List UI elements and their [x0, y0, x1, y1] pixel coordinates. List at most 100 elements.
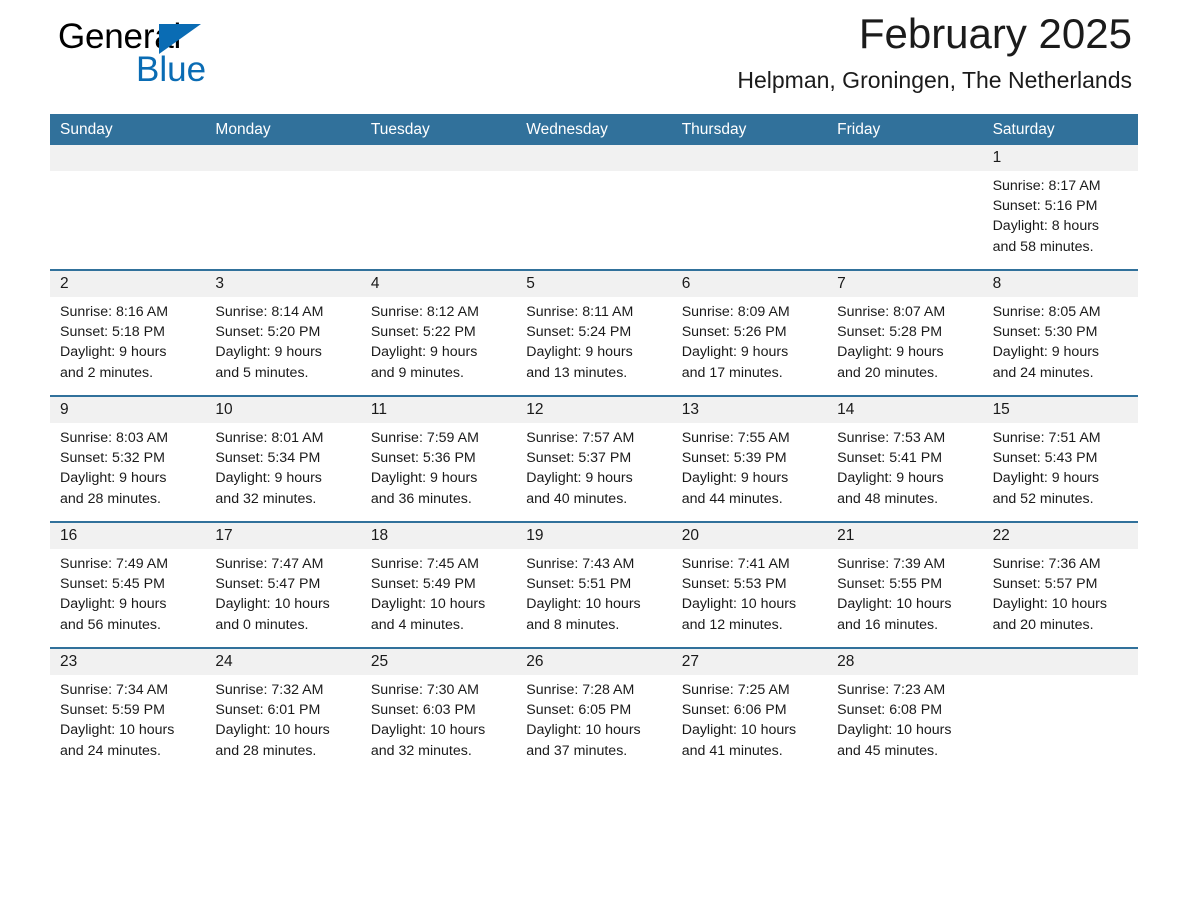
calendar-day-cell[interactable]: 22 Sunrise: 7:36 AM Sunset: 5:57 PM Dayligh…: [982, 523, 1138, 636]
sunset-text: Sunset: 5:39 PM: [681, 450, 787, 467]
calendar-day-cell-empty: [360, 145, 517, 258]
sunset-text: Sunset: 5:28 PM: [837, 324, 943, 341]
sunset-text: Sunset: 5:37 PM: [526, 450, 632, 467]
day-details: Sunrise: 7:43 AM Sunset: 5:51 PM Daylight:…: [516, 549, 671, 635]
daylight-text-line1: Daylight: 10 hours: [837, 596, 952, 613]
weekday-header-thursday: Thursday: [681, 121, 747, 138]
weekday-header-sunday: Sunday: [60, 121, 113, 138]
sunset-text: Sunset: 5:34 PM: [215, 450, 321, 467]
calendar-day-cell[interactable]: 2 Sunrise: 8:16 AM Sunset: 5:18 PM Daylight…: [50, 271, 206, 384]
daylight-text-line1: Daylight: 10 hours: [370, 596, 486, 613]
calendar-day-cell[interactable]: 12 Sunrise: 7:57 AM Sunset: 5:37 PM Dayligh…: [516, 397, 672, 510]
day-number: 7: [827, 271, 983, 297]
sunset-text: Sunset: 5:41 PM: [837, 450, 943, 467]
day-details: Sunrise: 8:17 AM Sunset: 5:16 PM Daylight:…: [983, 171, 1138, 257]
calendar-day-cell[interactable]: 19 Sunrise: 7:43 AM Sunset: 5:51 PM Dayligh…: [516, 523, 672, 636]
day-number: 3: [205, 271, 361, 297]
sunrise-text: Sunrise: 7:23 AM: [837, 682, 946, 698]
daylight-text-line2: and 36 minutes.: [370, 490, 472, 507]
calendar-day-cell[interactable]: 3 Sunrise: 8:14 AM Sunset: 5:20 PM Daylight…: [205, 271, 361, 384]
calendar-day-cell[interactable]: 1 Sunrise: 8:17 AM Sunset: 5:16 PM Daylight…: [982, 145, 1138, 258]
sunrise-text: Sunrise: 7:41 AM: [681, 556, 790, 572]
daylight-text-line2: and 58 minutes.: [992, 238, 1094, 255]
daylight-text-line2: and 4 minutes.: [370, 616, 464, 633]
calendar-day-cell[interactable]: 26 Sunrise: 7:28 AM Sunset: 6:05 PM Dayligh…: [516, 649, 672, 762]
generalblue-logo[interactable]: General Blue: [58, 18, 388, 98]
calendar-day-cell[interactable]: 23 Sunrise: 7:34 AM Sunset: 5:59 PM Dayligh…: [50, 649, 206, 762]
sunrise-text: Sunrise: 7:43 AM: [526, 556, 635, 572]
daylight-text-line1: Daylight: 10 hours: [992, 596, 1107, 613]
sunset-text: Sunset: 5:26 PM: [681, 324, 787, 341]
calendar-day-cell[interactable]: 13 Sunrise: 7:55 AM Sunset: 5:39 PM Dayligh…: [671, 397, 828, 510]
sunrise-text: Sunrise: 8:16 AM: [60, 304, 169, 320]
calendar-day-cell[interactable]: 9 Sunrise: 8:03 AM Sunset: 5:32 PM Daylight…: [50, 397, 206, 510]
daylight-text-line1: Daylight: 10 hours: [370, 722, 486, 739]
calendar-day-cell[interactable]: 8 Sunrise: 8:05 AM Sunset: 5:30 PM Daylight…: [982, 271, 1138, 384]
daylight-text-line2: and 20 minutes.: [992, 616, 1094, 633]
calendar-week-row: 9 Sunrise: 8:03 AM Sunset: 5:32 PM Daylight…: [50, 395, 1138, 510]
weekday-header-monday: Monday: [215, 121, 271, 138]
calendar-day-cell[interactable]: 15 Sunrise: 7:51 AM Sunset: 5:43 PM Dayligh…: [982, 397, 1138, 510]
daylight-text-line1: Daylight: 9 hours: [60, 344, 167, 361]
day-details: Sunrise: 8:01 AM Sunset: 5:34 PM Daylight:…: [205, 423, 360, 509]
sunset-text: Sunset: 5:30 PM: [992, 324, 1098, 341]
calendar-day-cell[interactable]: 4 Sunrise: 8:12 AM Sunset: 5:22 PM Daylight…: [360, 271, 517, 384]
daylight-text-line1: Daylight: 10 hours: [60, 722, 175, 739]
sunrise-text: Sunrise: 7:57 AM: [526, 430, 635, 446]
daylight-text-line2: and 12 minutes.: [681, 616, 783, 633]
calendar-day-cell[interactable]: 7 Sunrise: 8:07 AM Sunset: 5:28 PM Daylight…: [827, 271, 983, 384]
sunset-text: Sunset: 5:51 PM: [526, 576, 632, 593]
day-number: 6: [671, 271, 828, 297]
sunset-text: Sunset: 5:22 PM: [370, 324, 476, 341]
calendar-day-cell[interactable]: 10 Sunrise: 8:01 AM Sunset: 5:34 PM Dayligh…: [205, 397, 361, 510]
weekday-header-friday: Friday: [837, 121, 881, 138]
calendar-day-cell[interactable]: 28 Sunrise: 7:23 AM Sunset: 6:08 PM Dayligh…: [827, 649, 983, 762]
sunrise-text: Sunrise: 8:03 AM: [60, 430, 169, 446]
daylight-text-line2: and 13 minutes.: [526, 364, 628, 381]
day-number: 17: [205, 523, 361, 549]
daylight-text-line2: and 2 minutes.: [60, 364, 154, 381]
calendar-day-cell-empty: [205, 145, 361, 258]
daylight-text-line1: Daylight: 9 hours: [837, 344, 944, 361]
sunset-text: Sunset: 5:24 PM: [526, 324, 632, 341]
daylight-text-line2: and 37 minutes.: [526, 742, 628, 759]
calendar-day-cell[interactable]: 14 Sunrise: 7:53 AM Sunset: 5:41 PM Dayligh…: [827, 397, 983, 510]
week-row-spacer: [50, 510, 1138, 521]
calendar-day-cell[interactable]: 6 Sunrise: 8:09 AM Sunset: 5:26 PM Daylight…: [671, 271, 828, 384]
calendar-day-cell[interactable]: 20 Sunrise: 7:41 AM Sunset: 5:53 PM Dayligh…: [671, 523, 828, 636]
day-number: [982, 649, 1138, 675]
day-details: Sunrise: 7:55 AM Sunset: 5:39 PM Daylight:…: [672, 423, 827, 509]
day-details: Sunrise: 8:11 AM Sunset: 5:24 PM Daylight:…: [516, 297, 671, 383]
sunset-text: Sunset: 5:47 PM: [215, 576, 321, 593]
day-number: 5: [516, 271, 672, 297]
calendar-day-cell[interactable]: 5 Sunrise: 8:11 AM Sunset: 5:24 PM Daylight…: [516, 271, 672, 384]
calendar-day-cell[interactable]: 25 Sunrise: 7:30 AM Sunset: 6:03 PM Dayligh…: [360, 649, 517, 762]
sunset-text: Sunset: 6:05 PM: [526, 702, 632, 719]
day-details: Sunrise: 7:49 AM Sunset: 5:45 PM Daylight:…: [50, 549, 205, 635]
daylight-text-line2: and 32 minutes.: [370, 742, 472, 759]
calendar-grid: Sunday Monday Tuesday Wednesday Thursday…: [50, 114, 1138, 762]
sunset-text: Sunset: 6:03 PM: [370, 702, 476, 719]
daylight-text-line1: Daylight: 9 hours: [681, 344, 789, 361]
daylight-text-line2: and 9 minutes.: [370, 364, 464, 381]
sunrise-text: Sunrise: 7:36 AM: [992, 556, 1101, 572]
calendar-day-cell[interactable]: 11 Sunrise: 7:59 AM Sunset: 5:36 PM Dayligh…: [360, 397, 517, 510]
sunrise-text: Sunrise: 8:14 AM: [215, 304, 324, 320]
calendar-day-cell[interactable]: 27 Sunrise: 7:25 AM Sunset: 6:06 PM Dayligh…: [671, 649, 828, 762]
calendar-day-cell[interactable]: 21 Sunrise: 7:39 AM Sunset: 5:55 PM Dayligh…: [827, 523, 983, 636]
day-number: 24: [205, 649, 361, 675]
sunset-text: Sunset: 5:57 PM: [992, 576, 1098, 593]
day-details: Sunrise: 8:14 AM Sunset: 5:20 PM Daylight:…: [205, 297, 360, 383]
daylight-text-line1: Daylight: 9 hours: [681, 470, 789, 487]
sunset-text: Sunset: 6:08 PM: [837, 702, 943, 719]
title-block: February 2025 Helpman, Groningen, The Ne…: [737, 8, 1132, 94]
calendar-day-cell[interactable]: 24 Sunrise: 7:32 AM Sunset: 6:01 PM Dayligh…: [205, 649, 361, 762]
daylight-text-line2: and 28 minutes.: [215, 742, 317, 759]
calendar-day-cell[interactable]: 16 Sunrise: 7:49 AM Sunset: 5:45 PM Dayligh…: [50, 523, 206, 636]
sunrise-text: Sunrise: 8:09 AM: [681, 304, 790, 320]
page-header: General Blue February 2025 Helpman, Gron…: [50, 0, 1138, 108]
daylight-text-line1: Daylight: 10 hours: [215, 722, 330, 739]
day-number: [827, 145, 983, 171]
calendar-day-cell[interactable]: 18 Sunrise: 7:45 AM Sunset: 5:49 PM Dayligh…: [360, 523, 517, 636]
calendar-day-cell[interactable]: 17 Sunrise: 7:47 AM Sunset: 5:47 PM Dayligh…: [205, 523, 361, 636]
